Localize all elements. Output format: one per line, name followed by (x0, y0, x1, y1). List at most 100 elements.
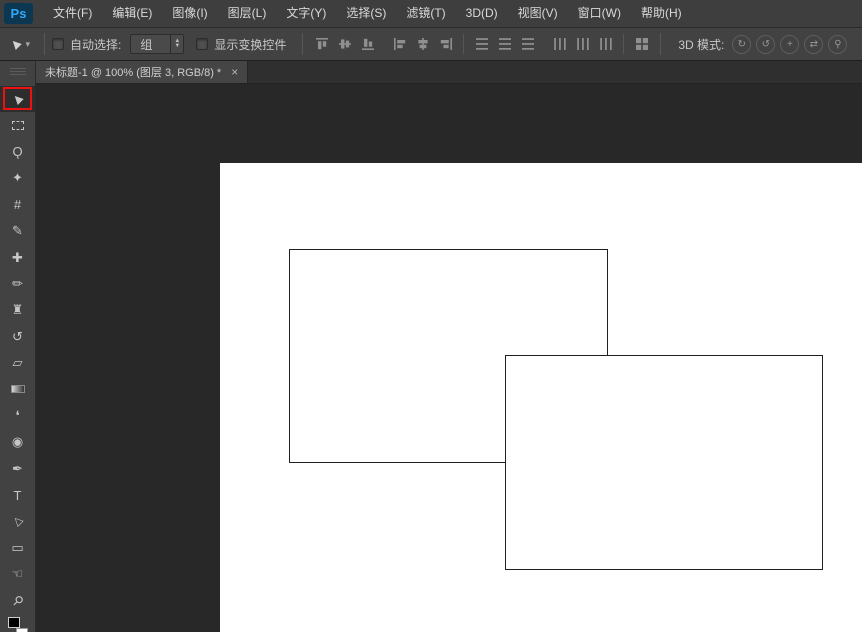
quick-selection-tool-icon: ✦ (12, 170, 23, 186)
align-bottom-edges-button[interactable] (356, 33, 379, 55)
document-canvas[interactable] (220, 163, 862, 632)
align-group (470, 33, 617, 55)
menu-select[interactable]: 选择(S) (336, 0, 396, 27)
align-group (310, 33, 457, 55)
spot-healing-brush-tool[interactable]: ✚ (0, 244, 35, 270)
brush-tool-icon: ✏ (12, 275, 23, 291)
blur-tool-icon: ❛ (15, 407, 20, 423)
auto-align-layers-button[interactable] (630, 33, 653, 55)
menu-image[interactable]: 图像(I) (162, 0, 217, 27)
menu-help[interactable]: 帮助(H) (631, 0, 692, 27)
menu-filter[interactable]: 滤镜(T) (396, 0, 455, 27)
rectangular-marquee-tool[interactable] (0, 112, 35, 138)
menu-3d[interactable]: 3D(D) (456, 0, 508, 27)
drawn-rectangle-2[interactable] (505, 355, 823, 570)
menu-file[interactable]: 文件(F) (43, 0, 102, 27)
distribute-vertical-centers-button[interactable] (493, 33, 516, 55)
show-transform-label: 显示变换控件 (214, 37, 287, 52)
auto-select-checkbox[interactable] (52, 38, 64, 50)
distribute-bottom-edges-button[interactable] (516, 33, 539, 55)
close-icon[interactable]: × (231, 65, 238, 79)
canvas-area (36, 84, 862, 632)
tool-preset-picker[interactable]: ▶ ▾ (6, 36, 35, 53)
align-distribute-buttons (310, 33, 653, 55)
zoom-tool[interactable]: ⚲ (0, 587, 35, 613)
spot-healing-brush-tool-icon: ✚ (12, 249, 23, 265)
distribute-top-edges-button[interactable] (470, 33, 493, 55)
3d-zoom-icon[interactable]: ⚲ (828, 34, 848, 54)
distribute-bottom-edges-icon (521, 38, 534, 50)
clone-stamp-tool[interactable]: ♜ (0, 297, 35, 323)
crop-tool[interactable]: # (0, 192, 35, 218)
show-transform-option[interactable]: 显示变换控件 (196, 36, 286, 53)
menu-items: 文件(F) 编辑(E) 图像(I) 图层(L) 文字(Y) 选择(S) 滤镜(T) 3D(D)… (43, 0, 692, 27)
divider (302, 33, 304, 55)
tool-list: ▶ Ǫ ✦ # ✎ ✚ ✏ ♜ ↺ ▱ ❛ ◉ ✒ T ▷ ▭ ☜ ⚲ (0, 86, 35, 614)
auto-select-target-dropdown[interactable]: 组 ▲ ▼ (130, 34, 185, 54)
eraser-tool[interactable]: ▱ (0, 350, 35, 376)
foreground-color-swatch[interactable] (7, 616, 20, 628)
crop-tool-icon: # (13, 197, 22, 213)
move-tool-icon: ▶ (8, 36, 23, 51)
hand-tool-icon: ☜ (11, 566, 24, 582)
gradient-tool[interactable] (0, 376, 35, 402)
lasso-tool[interactable]: Ǫ (0, 139, 35, 165)
distribute-vertical-centers-icon (498, 38, 511, 50)
dodge-tool[interactable]: ◉ (0, 429, 35, 455)
3d-mode-buttons: ↻ ↺ + ⇄ ⚲ (732, 34, 848, 54)
align-vertical-centers-button[interactable] (333, 33, 356, 55)
background-color-swatch[interactable] (15, 627, 28, 632)
menu-view[interactable]: 视图(V) (508, 0, 568, 27)
3d-slide-icon[interactable]: ⇄ (804, 34, 824, 54)
distribute-horizontal-centers-button[interactable] (571, 33, 594, 55)
stepper-icons[interactable]: ▲ ▼ (170, 35, 183, 53)
quick-selection-tool[interactable]: ✦ (0, 165, 35, 191)
path-selection-tool[interactable]: ▷ (0, 508, 35, 534)
photoshop-logo: Ps (4, 3, 33, 24)
show-transform-checkbox[interactable] (196, 38, 209, 50)
document-tab[interactable]: 未标题-1 @ 100% (图层 3, RGB/8) * × (36, 61, 249, 83)
rectangular-marquee-tool-icon (11, 121, 24, 131)
menu-window[interactable]: 窗口(W) (568, 0, 631, 27)
brush-tool[interactable]: ✏ (0, 271, 35, 297)
align-horizontal-centers-icon (418, 38, 428, 50)
3d-roll-icon[interactable]: ↺ (756, 34, 776, 54)
blur-tool[interactable]: ❛ (0, 403, 35, 429)
pen-tool[interactable]: ✒ (0, 455, 35, 481)
hand-tool[interactable]: ☜ (0, 561, 35, 587)
divider (463, 34, 465, 54)
3d-mode-label: 3D 模式: (678, 37, 725, 52)
align-top-edges-button[interactable] (310, 33, 333, 55)
horizontal-type-tool-icon: T (13, 487, 22, 503)
panel-grip[interactable] (9, 68, 26, 77)
tools-panel: ▶ Ǫ ✦ # ✎ ✚ ✏ ♜ ↺ ▱ ❛ ◉ ✒ T ▷ ▭ ☜ ⚲ (0, 61, 36, 632)
history-brush-tool-icon: ↺ (12, 328, 23, 344)
menu-edit[interactable]: 编辑(E) (102, 0, 162, 27)
3d-orbit-icon[interactable]: ↻ (732, 34, 752, 54)
horizontal-type-tool[interactable]: T (0, 482, 35, 508)
distribute-right-edges-button[interactable] (594, 33, 617, 55)
menu-type[interactable]: 文字(Y) (276, 0, 336, 27)
distribute-left-edges-button[interactable] (548, 33, 571, 55)
align-bottom-edges-icon (361, 38, 374, 50)
menu-layer[interactable]: 图层(L) (218, 0, 277, 27)
history-brush-tool[interactable]: ↺ (0, 324, 35, 350)
zoom-tool-icon: ⚲ (9, 591, 27, 609)
auto-select-option[interactable]: 自动选择: (52, 36, 121, 53)
3d-pan-icon[interactable]: + (780, 34, 800, 54)
align-right-edges-button[interactable] (434, 33, 457, 55)
auto-select-label: 自动选择: (70, 37, 122, 52)
color-swatches[interactable] (6, 616, 30, 632)
align-left-edges-button[interactable] (388, 33, 411, 55)
stepper-down-icon[interactable]: ▼ (174, 43, 180, 49)
gradient-tool-icon (10, 385, 25, 394)
chevron-down-icon: ▾ (25, 38, 30, 49)
rectangle-tool[interactable]: ▭ (0, 535, 35, 561)
eyedropper-tool[interactable]: ✎ (0, 218, 35, 244)
align-horizontal-centers-button[interactable] (411, 33, 434, 55)
distribute-top-edges-icon (475, 38, 488, 50)
move-tool[interactable]: ▶ (0, 86, 35, 113)
align-top-edges-icon (315, 38, 328, 50)
document-tab-bar: 未标题-1 @ 100% (图层 3, RGB/8) * × (36, 61, 862, 84)
align-group (630, 33, 653, 55)
